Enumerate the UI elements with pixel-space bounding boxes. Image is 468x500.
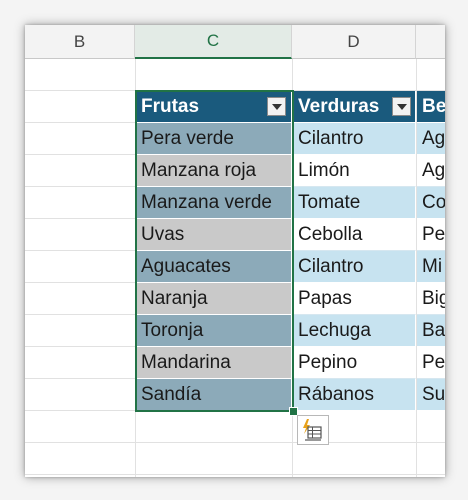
filter-dropdown-icon[interactable] [267, 97, 286, 116]
cell-bebidas[interactable]: Pe [417, 219, 445, 251]
cell-verduras[interactable]: Tomate [293, 187, 416, 219]
header-label: Be [422, 96, 445, 117]
cell-verduras[interactable]: Lechuga [293, 315, 416, 347]
header-label: Frutas [141, 96, 200, 117]
cell-frutas[interactable]: Aguacates [136, 251, 292, 283]
cell-frutas[interactable]: Naranja [136, 283, 292, 315]
cell-verduras[interactable]: Cilantro [293, 123, 416, 155]
cell-frutas[interactable]: Sandía [136, 379, 292, 411]
column-header-d[interactable]: D [292, 25, 416, 59]
cell-frutas[interactable]: Mandarina [136, 347, 292, 379]
column-letter: B [73, 31, 86, 51]
column-header-b[interactable]: B [25, 25, 135, 59]
gridline [25, 442, 445, 443]
cell-bebidas[interactable]: Su [417, 379, 445, 411]
cell-bebidas[interactable]: Mi [417, 251, 445, 283]
column-letter: D [347, 31, 360, 51]
chevron-down-icon [271, 103, 282, 110]
column-letter: C [206, 31, 220, 50]
cell-verduras[interactable]: Papas [293, 283, 416, 315]
column-header-c[interactable]: C [135, 25, 292, 59]
cell-verduras[interactable]: Cilantro [293, 251, 416, 283]
header-label: Verduras [298, 96, 380, 117]
cell-verduras[interactable]: Rábanos [293, 379, 416, 411]
cell-bebidas[interactable]: Pe [417, 347, 445, 379]
spreadsheet-window: B C D Frutas Verduras Be Pera verde Cilan… [25, 25, 445, 477]
gridline [25, 474, 445, 475]
column-header-e[interactable] [416, 25, 445, 59]
cell-verduras[interactable]: Pepino [293, 347, 416, 379]
cell-verduras[interactable]: Cebolla [293, 219, 416, 251]
quick-analysis-button[interactable] [297, 415, 329, 445]
cell-verduras[interactable]: Limón [293, 155, 416, 187]
table-header-bebidas[interactable]: Be [417, 91, 445, 123]
cell-frutas[interactable]: Toronja [136, 315, 292, 347]
cell-bebidas[interactable]: Ag [417, 155, 445, 187]
chevron-down-icon [396, 103, 407, 110]
quick-analysis-icon [303, 419, 322, 441]
cell-frutas[interactable]: Manzana roja [136, 155, 292, 187]
cell-bebidas[interactable]: Ag [417, 123, 445, 155]
cell-frutas[interactable]: Manzana verde [136, 187, 292, 219]
cell-bebidas[interactable]: Ba [417, 315, 445, 347]
cell-bebidas[interactable]: Co [417, 187, 445, 219]
cell-frutas[interactable]: Uvas [136, 219, 292, 251]
cell-frutas[interactable]: Pera verde [136, 123, 292, 155]
cell-bebidas[interactable]: Big [417, 283, 445, 315]
filter-dropdown-icon[interactable] [392, 97, 411, 116]
